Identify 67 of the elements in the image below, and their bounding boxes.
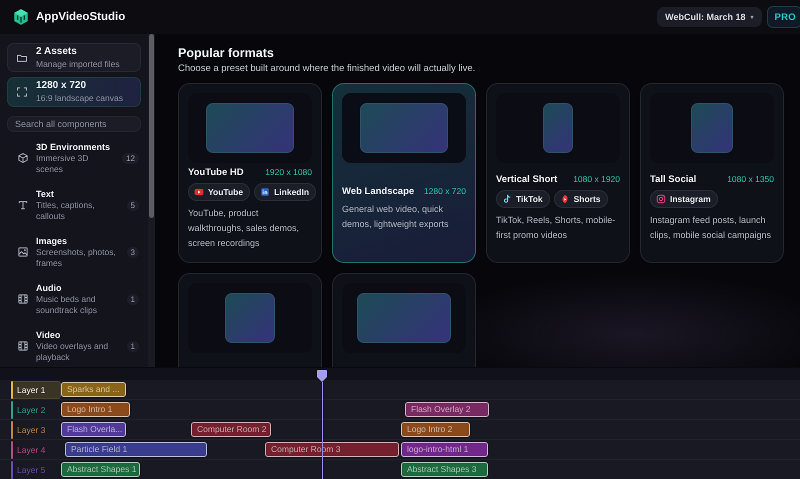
count-badge: 1 — [126, 294, 139, 304]
text-icon — [17, 199, 29, 211]
scrollbar[interactable] — [149, 34, 154, 218]
film-icon — [17, 293, 29, 305]
timeline-clip[interactable]: Flash Overlay 2 — [405, 402, 489, 417]
sidebar-card[interactable]: 1280 x 720 16:9 landscape canvas — [7, 77, 141, 107]
section-subtitle: Choose a preset built around where the finished video will actually live. — [178, 63, 476, 74]
count-badge: 5 — [126, 200, 139, 210]
resolution-label: 1080 x 1920 — [573, 174, 620, 184]
note-icon — [502, 194, 512, 204]
app-title: AppVideoStudio — [36, 11, 126, 23]
format-description: General web video, quick demos, lightweight exports — [342, 202, 450, 231]
timeline-clip[interactable]: Logo Intro 1 — [61, 402, 130, 417]
platform-chip[interactable]: YouTube — [188, 182, 250, 200]
cube-icon — [17, 152, 29, 164]
platform-chip[interactable]: TikTok — [496, 190, 550, 208]
format-description: TikTok, Reels, Shorts, mobile-first promo videos — [496, 214, 616, 242]
category-item[interactable]: Video Video overlays and playback 1 — [7, 325, 141, 367]
film-icon — [17, 340, 29, 352]
logo-icon — [12, 8, 30, 26]
timeline-clip[interactable]: Computer Room 2 — [191, 422, 271, 437]
layer-label[interactable]: Layer 2 — [13, 400, 61, 418]
category-item[interactable]: Text Titles, captions, callouts 5 — [7, 184, 141, 226]
aspect-preview — [543, 103, 573, 153]
platform-chip[interactable]: Instagram — [650, 190, 718, 208]
layer-label[interactable]: Layer 1 — [13, 380, 61, 398]
resolution-label: 1080 x 1350 — [727, 174, 774, 184]
timeline-clip[interactable]: Logo Intro 2 — [401, 422, 470, 437]
category-item[interactable]: Images Screenshots, photos, frames 3 — [7, 231, 141, 273]
layer-label[interactable]: Layer 3 — [13, 420, 61, 438]
format-description: Instagram feed posts, launch clips, mobile social campaigns — [650, 214, 772, 242]
image-icon — [17, 246, 29, 258]
layer-label[interactable]: Layer 4 — [13, 440, 61, 458]
timeline-clip[interactable]: logo-intro-html 1 — [401, 442, 488, 457]
timeline-clip[interactable]: Abstract Shapes 3 — [401, 462, 488, 477]
play-icon — [194, 186, 204, 196]
section-title: Popular formats — [178, 46, 275, 60]
expand-icon — [16, 86, 28, 98]
resolution-label: 1280 x 720 — [424, 186, 466, 196]
square-icon — [260, 186, 270, 196]
resolution-label: 1920 x 1080 — [265, 166, 312, 176]
format-card[interactable]: Web Landscape 1280 x 720 General web video, quick demos, lightweight exports — [332, 83, 476, 263]
sidebar-card[interactable]: 2 Assets Manage imported files — [7, 43, 141, 72]
pro-badge-button[interactable]: PRO — [766, 6, 800, 28]
category-item[interactable]: Audio Music beds and soundtrack clips 1 — [7, 278, 141, 320]
format-title: YouTube HD — [188, 166, 244, 178]
count-badge: 3 — [126, 246, 139, 258]
platform-chip[interactable]: LinkedIn — [254, 182, 316, 200]
camera-icon — [656, 194, 666, 204]
format-title: Tall Social — [650, 174, 696, 185]
search-field[interactable]: Search all components — [7, 116, 141, 132]
format-card[interactable]: YouTube HD 1920 x 1080 YouTube LinkedIn YouTube, product walkthroughs, sales demos, screen recordings — [178, 83, 322, 263]
flame-icon — [560, 194, 570, 204]
category-item[interactable]: 3D Environments Immersive 3D scenes 12 — [7, 137, 141, 179]
timeline-clip[interactable]: Flash Overla... — [61, 422, 126, 437]
count-badge: 1 — [126, 340, 139, 352]
count-badge: 12 — [122, 152, 139, 164]
playhead-handle[interactable] — [317, 370, 327, 382]
format-card[interactable]: Tall Social 1080 x 1350 Instagram Instagram feed posts, launch clips, mobile social campaigns — [640, 83, 784, 263]
format-title: Web Landscape — [342, 186, 414, 196]
format-description: YouTube, product walkthroughs, sales demos, screen recordings — [188, 206, 300, 250]
platform-chip[interactable]: Shorts — [554, 190, 608, 208]
aspect-preview — [225, 293, 275, 343]
timeline-clip[interactable]: Particle Field 1 — [65, 442, 207, 457]
aspect-preview — [691, 103, 733, 153]
format-card[interactable]: Vertical Short 1080 x 1920 TikTok Shorts TikTok, Reels, Shorts, mobile-first promo videos — [486, 83, 630, 263]
format-title: Vertical Short — [496, 174, 558, 185]
